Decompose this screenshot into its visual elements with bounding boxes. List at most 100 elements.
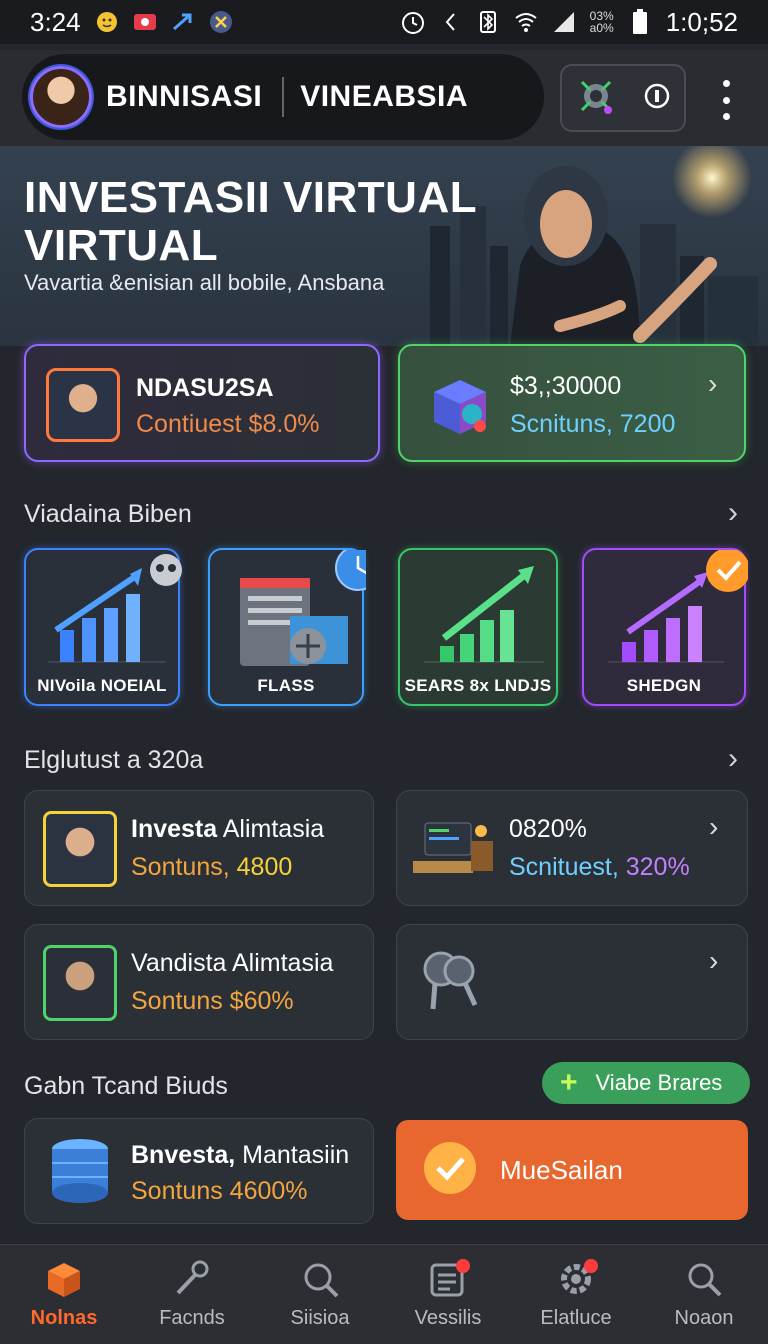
hero-title: INVESTASII VIRTUAL VIRTUAL	[24, 173, 477, 270]
camera-notification-icon	[133, 10, 157, 34]
app-bar: BINNISASI VINEABSIA	[0, 50, 768, 146]
category-tile-2[interactable]: FLASS	[208, 548, 366, 706]
arrow-notification-icon	[171, 10, 195, 34]
tile-label: SEARS 8x LNDJS	[404, 676, 552, 695]
box-icon	[48, 1263, 80, 1297]
status-clock: 1:0;52	[665, 6, 738, 37]
section-more-chevron-icon[interactable]: ›	[728, 496, 738, 530]
list-card-title-bold: Investa	[131, 815, 218, 843]
coin-stack-icon	[47, 1135, 113, 1212]
nav-label: Elatluce	[540, 1307, 612, 1329]
profile-photo	[46, 368, 120, 442]
search-icon	[304, 1263, 339, 1298]
app-notification-icon	[209, 10, 233, 34]
status-time: 3:24	[30, 6, 81, 37]
network-speed: 03% a0%	[590, 10, 614, 34]
cube-icon	[424, 370, 494, 445]
computer-desk-icon	[411, 817, 497, 886]
brand-secondary[interactable]: VINEABSIA	[300, 80, 468, 114]
action-button-label: MueSailan	[500, 1154, 623, 1185]
search-icon	[688, 1263, 722, 1297]
hero-banner: INVESTASII VIRTUAL VIRTUAL Vavartia &eni…	[0, 146, 768, 346]
nav-label: Facnds	[159, 1307, 225, 1329]
battery-icon	[628, 9, 652, 34]
info-icon[interactable]	[643, 82, 671, 115]
nav-item-more[interactable]: Noaon	[640, 1245, 768, 1344]
emoji-notification-icon	[95, 10, 119, 34]
view-more-label: Viabe Brares	[595, 1070, 723, 1095]
hero-subtitle: Vavartia &enisian all bobile, Ansbana	[24, 270, 385, 295]
brand-primary[interactable]: BINNISASI	[106, 80, 262, 114]
status-bar: 3:24 03% a0% 1:0;52	[0, 0, 768, 44]
list-card-sub-value: 320%	[625, 853, 690, 881]
section-title-categories: Viadaina Biben	[24, 500, 192, 528]
profile-card-subtitle: Contiuest $8.0%	[136, 410, 320, 438]
growth-chart-icon	[608, 550, 748, 663]
list-card-title: 0820%	[509, 815, 587, 843]
category-tile-3[interactable]: SEARS 8x LNDJS	[398, 548, 558, 706]
list-card-sub-label: Sontuns,	[131, 853, 237, 881]
list-card-sub-label: Scnituest,	[509, 853, 626, 881]
tool-icon	[176, 1260, 209, 1295]
more-menu-icon[interactable]	[716, 80, 736, 120]
check-icon	[422, 1140, 478, 1201]
chevron-left-icon	[438, 10, 462, 34]
list-card-title-rest: Alimtasia	[217, 815, 325, 843]
profile-photo	[43, 811, 117, 887]
list-card-investa[interactable]: Investa Alimtasia Sontuns, 4800	[24, 790, 374, 906]
list-card-title: Vandista Alimtasia	[131, 949, 334, 977]
nav-item-settings[interactable]: Elatluce	[512, 1245, 640, 1344]
action-button[interactable]: MueSailan	[396, 1120, 748, 1220]
featured-card-balance[interactable]: $3,;30000 Scnituns, 7200 ›	[398, 344, 746, 462]
asset-card[interactable]: Bnvesta, Mantasiin Sontuns 4600%	[24, 1118, 374, 1224]
list-card-sub-value: 4800	[236, 853, 293, 881]
view-more-button[interactable]: + Viabe Brares	[542, 1062, 750, 1104]
magnifier-icon	[419, 947, 489, 1022]
notification-badge	[456, 1259, 470, 1273]
nav-label: Vessilis	[414, 1307, 482, 1329]
network-speed-down: a0%	[589, 21, 614, 35]
document-icon	[240, 550, 366, 666]
profile-photo	[43, 945, 117, 1021]
section-title-trending: Gabn Tcand Biuds	[24, 1072, 228, 1100]
asset-card-title-bold: Bnvesta,	[131, 1141, 236, 1169]
alarm-icon	[400, 10, 424, 34]
plus-icon: +	[560, 1066, 578, 1099]
asset-card-title-rest: Mantasiin	[235, 1141, 350, 1169]
balance-subtitle: Scnituns, 7200	[510, 410, 676, 438]
network-toggle-icon[interactable]	[576, 76, 616, 121]
tile-label: FLASS	[257, 676, 315, 695]
chevron-right-icon: ›	[709, 945, 719, 976]
tile-label: SHEDGN	[626, 676, 702, 695]
notification-badge	[584, 1259, 598, 1273]
nav-item-search[interactable]: Siisioa	[256, 1245, 384, 1344]
category-tile-1[interactable]: NIVoila NOEIAL	[24, 548, 182, 706]
header-actions	[560, 64, 686, 132]
signal-icon	[552, 10, 576, 34]
list-card-vandista[interactable]: Vandista Alimtasia Sontuns $60%	[24, 924, 374, 1040]
wifi-icon	[514, 10, 538, 34]
brand-switcher[interactable]: BINNISASI VINEABSIA	[22, 54, 544, 140]
nav-item-home[interactable]: Nolnas	[0, 1245, 128, 1344]
list-card-subtitle: Sontuns $60%	[131, 987, 294, 1015]
asset-card-subtitle: Sontuns 4600%	[131, 1177, 308, 1205]
chevron-right-icon: ›	[709, 811, 719, 842]
category-tile-4[interactable]: SHEDGN	[582, 548, 748, 706]
nav-item-funds[interactable]: Facnds	[128, 1245, 256, 1344]
list-card-percent[interactable]: 0820% Scnituest, 320% ›	[396, 790, 748, 906]
tile-label: NIVoila NOEIAL	[37, 676, 167, 695]
nav-item-list[interactable]: Vessilis	[384, 1245, 512, 1344]
brand-divider	[282, 77, 285, 117]
bottom-navigation: Nolnas Facnds Siisioa Vessilis Elatluce …	[0, 1244, 768, 1344]
featured-card-profile[interactable]: NDASU2SA Contiuest $8.0%	[24, 344, 380, 462]
avatar[interactable]	[30, 66, 92, 128]
section-title-featured: Elglutust a 320a	[24, 746, 204, 774]
nav-label: Nolnas	[30, 1307, 98, 1329]
growth-chart-icon	[424, 566, 544, 663]
nav-label: Noaon	[674, 1307, 734, 1329]
list-card-search[interactable]: ›	[396, 924, 748, 1040]
chevron-right-icon: ›	[708, 368, 718, 399]
section-more-chevron-icon[interactable]: ›	[728, 742, 738, 776]
balance-amount: $3,;30000	[510, 372, 622, 400]
nav-label: Siisioa	[290, 1307, 350, 1329]
